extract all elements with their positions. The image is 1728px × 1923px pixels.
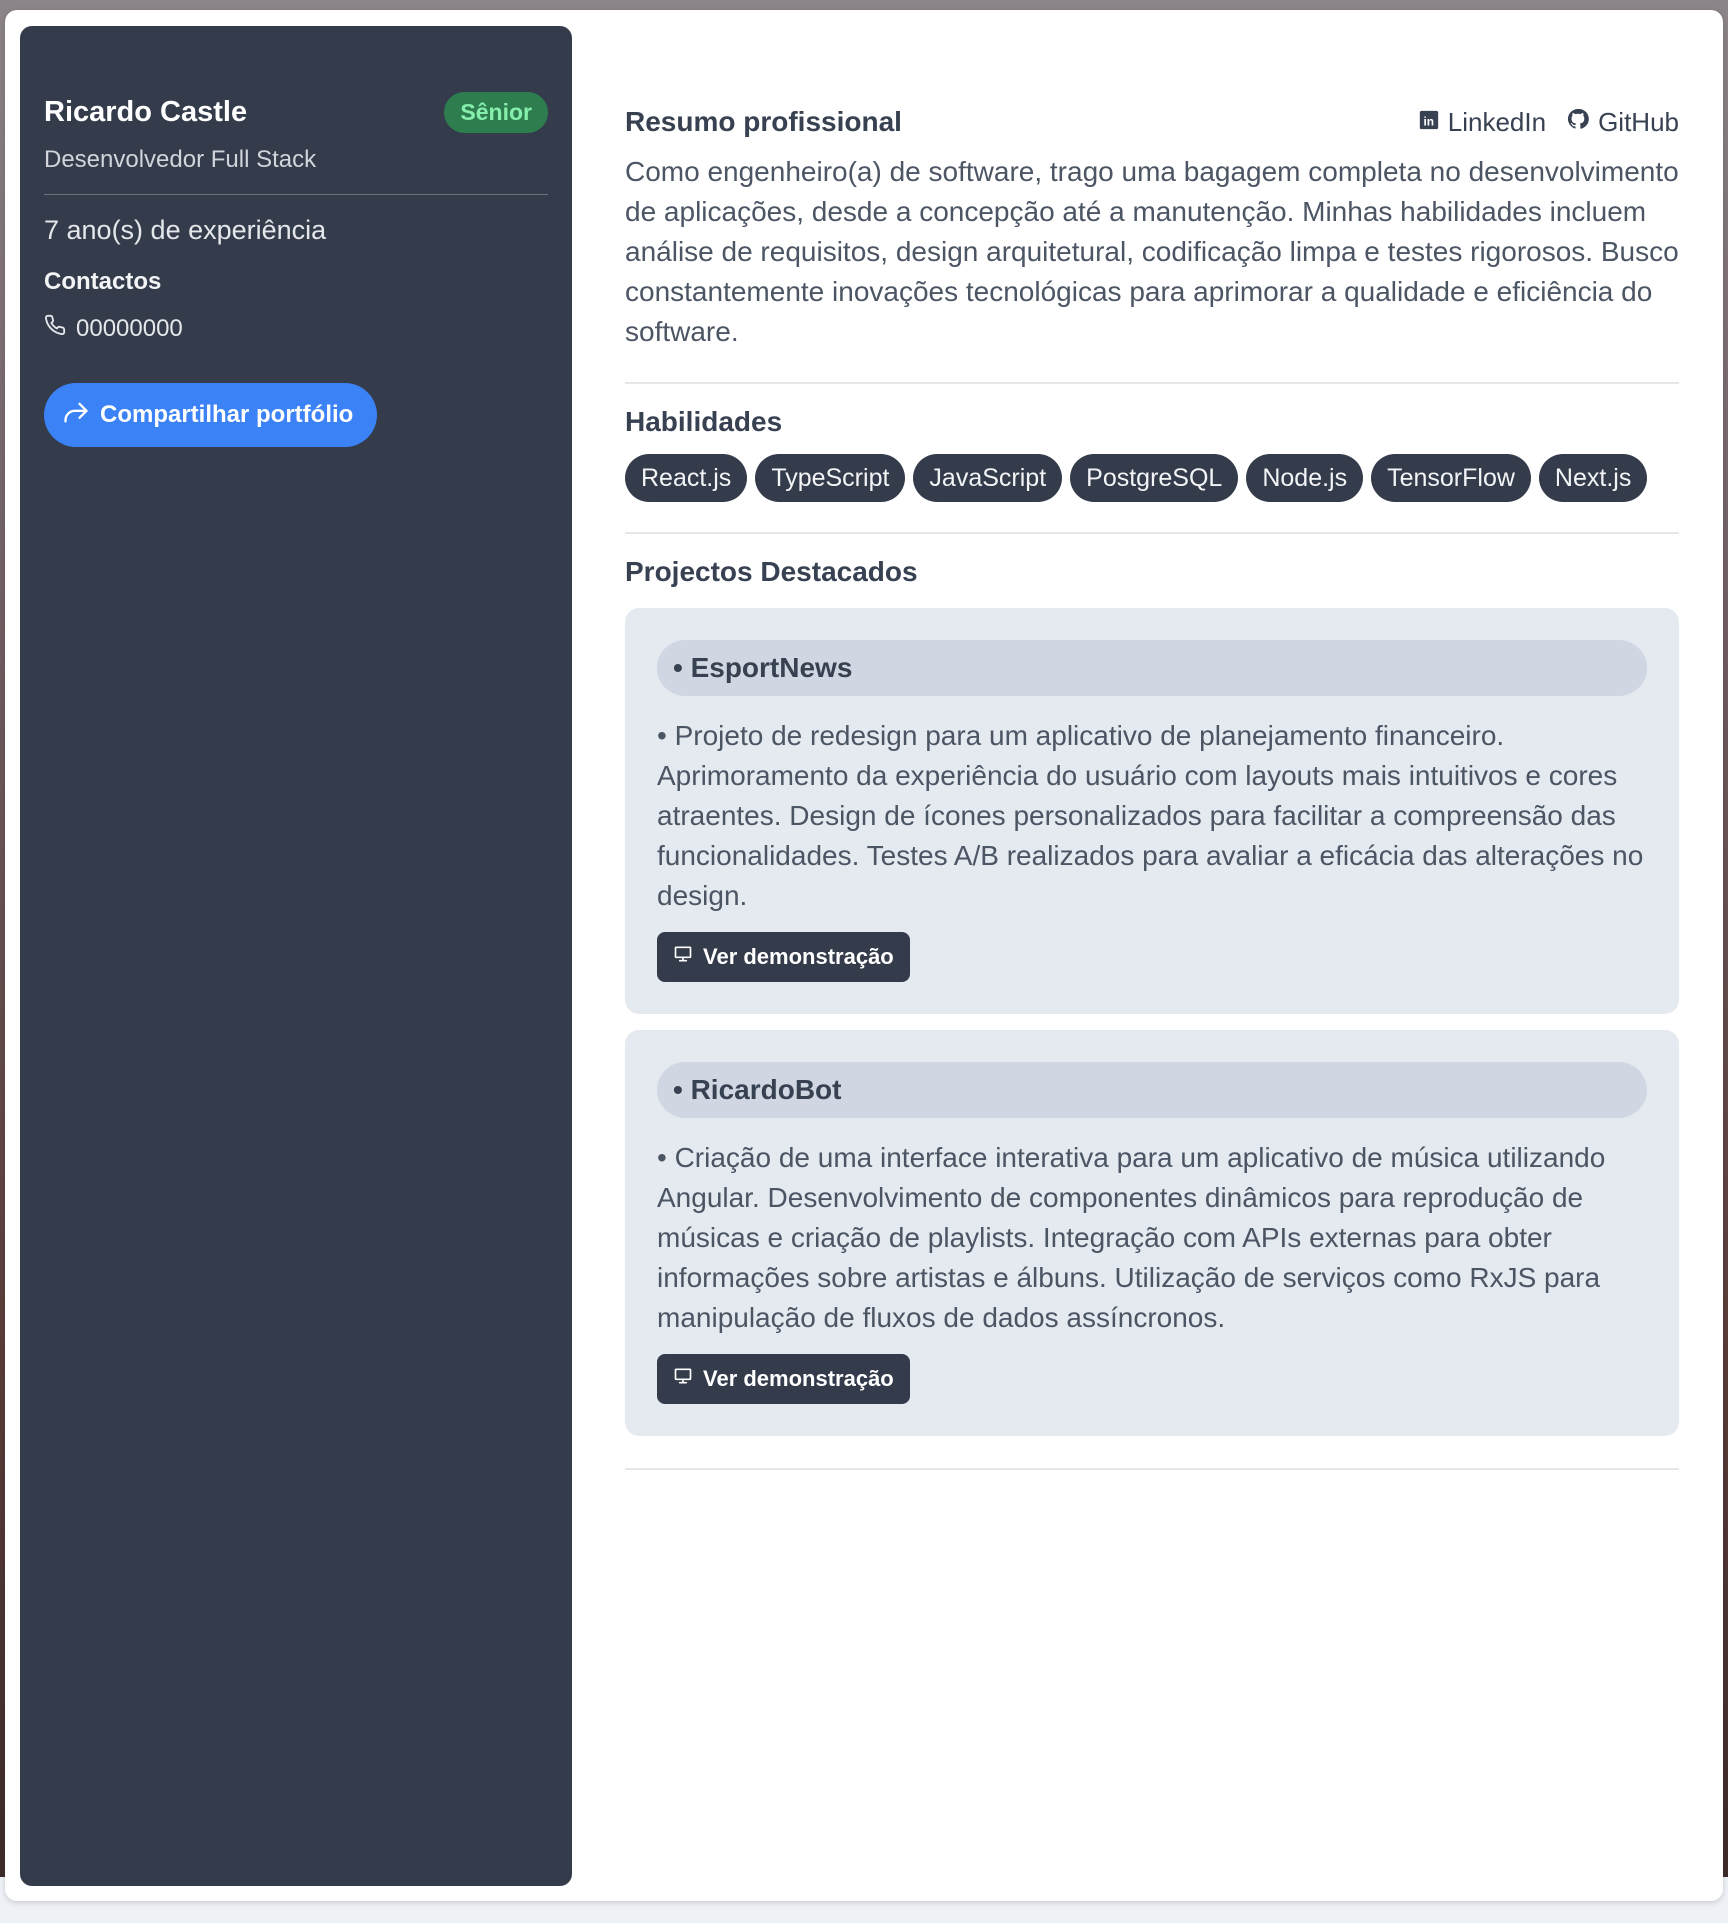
github-link[interactable]: GitHub [1566,107,1679,138]
share-icon [62,398,100,433]
level-badge: Sênior [444,91,548,133]
project-name: • EsportNews [657,640,1647,696]
profile-role: Desenvolvedor Full Stack [44,146,317,173]
view-demo-button[interactable]: Ver demonstração [657,1354,910,1404]
github-icon [1566,107,1590,138]
project-name: • RicardoBot [657,1062,1647,1118]
phone-icon [44,314,76,343]
linkedin-label: LinkedIn [1447,106,1547,137]
project-description: • Criação de uma interface interativa pa… [657,1142,1606,1333]
summary-title: Resumo profissional [625,106,902,137]
profile-name: Ricardo Castle [44,95,248,128]
section-divider [625,532,1679,534]
project-description: • Projeto de redesign para um aplicativo… [657,720,1644,911]
presentation-icon [673,1366,693,1392]
experience-text: 7 ano(s) de experiência [44,215,327,245]
view-demo-button[interactable]: Ver demonstração [657,932,910,982]
sidebar-divider [44,194,548,195]
github-label: GitHub [1598,106,1679,137]
project-card: • RicardoBot • Criação de uma interface … [625,1030,1679,1436]
name-row: Ricardo Castle Sênior [44,90,548,134]
skill-tag: React.js [625,454,748,502]
linkedin-link[interactable]: in LinkedIn [1418,107,1546,138]
main-content: Resumo profissional in LinkedIn GitHub C… [625,10,1679,1470]
phone-contact[interactable]: 00000000 [44,314,548,343]
section-divider [625,1468,1679,1470]
portfolio-card: Ricardo Castle Sênior Desenvolvedor Full… [5,10,1723,1901]
skill-tag: Node.js [1246,454,1364,502]
summary-header: Resumo profissional in LinkedIn GitHub [625,102,1679,142]
profile-sidebar: Ricardo Castle Sênior Desenvolvedor Full… [20,26,572,1886]
linkedin-icon: in [1418,107,1440,138]
presentation-icon [673,944,693,970]
summary-text: Como engenheiro(a) de software, trago um… [625,156,1679,347]
projects-title: Projectos Destacados [625,556,918,587]
project-card: • EsportNews • Projeto de redesign para … [625,608,1679,1014]
view-demo-label: Ver demonstração [703,1366,894,1391]
section-divider [625,382,1679,384]
skill-tag: PostgreSQL [1070,454,1239,502]
share-portfolio-button[interactable]: Compartilhar portfólio [44,383,378,447]
skill-tag: JavaScript [913,454,1063,502]
skills-list: React.js TypeScript JavaScript PostgreSQ… [625,454,1679,502]
skill-tag: TensorFlow [1371,454,1531,502]
phone-number: 00000000 [76,314,183,342]
share-portfolio-label: Compartilhar portfólio [100,401,354,428]
view-demo-label: Ver demonstração [703,944,894,969]
skill-tag: TypeScript [755,454,906,502]
social-links: in LinkedIn GitHub [1418,107,1679,138]
svg-text:in: in [1423,114,1434,128]
skills-title: Habilidades [625,406,783,437]
contacts-heading: Contactos [44,268,162,295]
skill-tag: Next.js [1538,454,1648,502]
